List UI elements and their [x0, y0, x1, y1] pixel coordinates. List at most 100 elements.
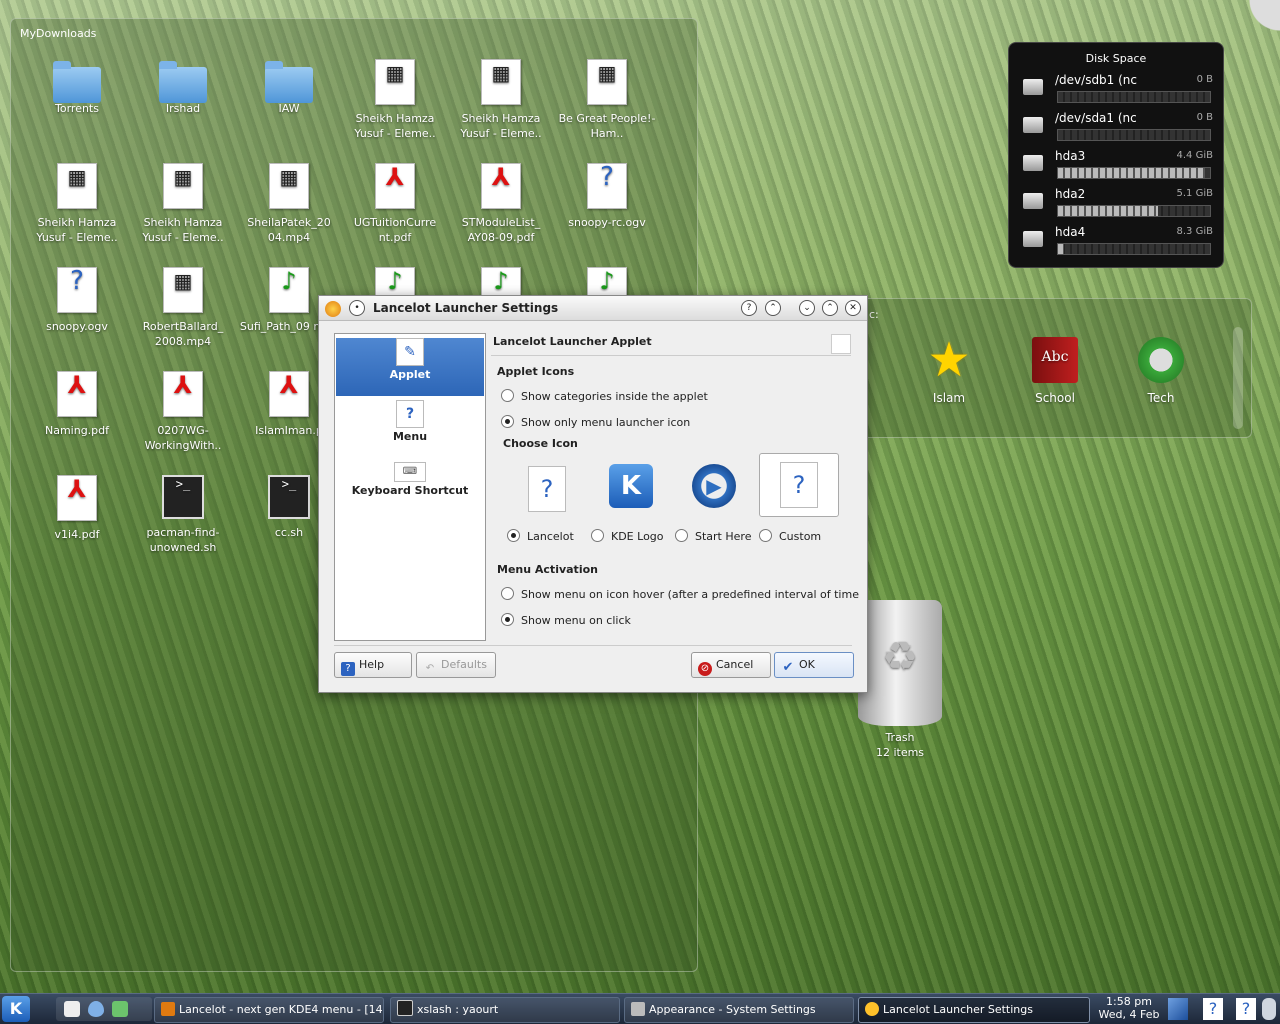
radio-button[interactable]	[501, 415, 514, 428]
desktop-file-item[interactable]: ⅄ UGTuitionCurre nt.pdf	[345, 163, 445, 245]
help-button[interactable]: ? Help	[334, 652, 412, 678]
help-icon[interactable]: ?	[741, 300, 757, 316]
task-label: Lancelot Launcher Settings	[883, 1003, 1033, 1016]
task-system-settings[interactable]: Appearance - System Settings	[624, 997, 854, 1023]
quicklaunch-item-tech[interactable]: Tech	[1121, 337, 1201, 405]
desktop-file-item[interactable]: ▦ SheilaPatek_20 04.mp4	[239, 163, 339, 245]
help-button-label: Help	[359, 658, 385, 671]
radio-icon-custom[interactable]: Custom	[759, 529, 821, 543]
radio-button[interactable]	[501, 389, 514, 402]
icon-choice-kde-logo[interactable]: K	[593, 458, 669, 520]
quicklaunch-scrollbar[interactable]	[1233, 327, 1243, 429]
radio-button[interactable]	[507, 529, 520, 542]
radio-icon-lancelot[interactable]: Lancelot	[507, 529, 574, 543]
radio-show-on-click[interactable]: Show menu on click	[501, 613, 631, 627]
desktop-file-item[interactable]: ⅄ 0207WG- WorkingWith..	[133, 371, 233, 453]
desktop-file-item[interactable]: >_ pacman-find- unowned.sh	[133, 475, 233, 555]
radio-show-only-launcher[interactable]: Show only menu launcher icon	[501, 415, 690, 429]
book-icon: Abc	[1032, 337, 1078, 383]
disk-usage-fill	[1058, 206, 1159, 216]
help-icon[interactable]: ?	[1236, 998, 1256, 1020]
desktop-file-item[interactable]: ⅄ v1i4.pdf	[27, 475, 127, 542]
icon-choice-start-here[interactable]: ▶	[676, 458, 752, 520]
task-label: Lancelot - next gen KDE4 menu - [14(	[179, 1003, 384, 1016]
task-label: xslash : yaourt	[417, 1003, 499, 1016]
disk-row[interactable]: hda2 5.1 GiB	[1017, 187, 1215, 223]
maximize-icon[interactable]: ⌃	[822, 300, 838, 316]
desktop-file-item[interactable]: ▦ RobertBallard_ 2008.mp4	[133, 267, 233, 349]
radio-button[interactable]	[759, 529, 772, 542]
hard-disk-icon	[1023, 231, 1043, 247]
question-document-icon: ?	[780, 462, 818, 508]
disk-space-title: Disk Space	[1085, 52, 1147, 65]
radio-button[interactable]	[591, 529, 604, 542]
task-terminal[interactable]: xslash : yaourt	[390, 997, 620, 1023]
desktop-file-item[interactable]: Irshad	[133, 59, 233, 116]
task-lancelot-settings[interactable]: Lancelot Launcher Settings	[858, 997, 1090, 1023]
radio-icon-kde-logo[interactable]: KDE Logo	[591, 529, 664, 543]
radio-icon-start-here[interactable]: Start Here	[675, 529, 751, 543]
unknown-file-icon: ?	[587, 163, 627, 209]
browser-icon	[161, 1002, 175, 1016]
close-icon[interactable]: ✕	[845, 300, 861, 316]
page-heading: Lancelot Launcher Applet	[493, 335, 652, 348]
kde-menu-button[interactable]: K	[2, 996, 30, 1022]
undo-icon: ↶	[425, 663, 435, 674]
desktop-file-item[interactable]: ? snoopy.ogv	[27, 267, 127, 334]
desktop-file-item[interactable]: ⅄ Naming.pdf	[27, 371, 127, 438]
desktop-file-item[interactable]: ⅄ STModuleList_ AY08-09.pdf	[451, 163, 551, 245]
file-label: Naming.pdf	[44, 424, 110, 437]
page-item-applet[interactable]: ✎ Applet	[336, 338, 484, 396]
quicklaunch-widget[interactable]: c: ★ Islam Abc School Tech	[860, 298, 1252, 438]
ok-button[interactable]: ✔ OK	[774, 652, 854, 678]
desktop-file-item[interactable]: Torrents	[27, 59, 127, 116]
display-icon[interactable]	[1168, 998, 1188, 1020]
desktop-file-item[interactable]: ▦ Sheikh Hamza Yusuf - Eleme..	[451, 59, 551, 141]
radio-button[interactable]	[675, 529, 688, 542]
ok-button-label: OK	[799, 658, 815, 671]
desktop-file-item[interactable]: ▦ Be Great People!- Ham..	[557, 59, 657, 141]
file-label: Sheikh Hamza Yusuf - Eleme..	[142, 216, 224, 244]
disk-row[interactable]: hda3 4.4 GiB	[1017, 149, 1215, 185]
network-icon[interactable]	[112, 1001, 128, 1017]
disk-row[interactable]: /dev/sdb1 (nc 0 B	[1017, 73, 1215, 109]
desktop-file-item[interactable]: ▦ Sheikh Hamza Yusuf - Eleme..	[133, 163, 233, 245]
disk-usage-bar	[1057, 129, 1211, 141]
panel-toolbox-icon[interactable]	[1262, 998, 1276, 1020]
desktop-file-item[interactable]: ? snoopy-rc.ogv	[557, 163, 657, 230]
disk-row[interactable]: /dev/sda1 (nc 0 B	[1017, 111, 1215, 147]
quicklaunch-item-islam[interactable]: ★ Islam	[909, 336, 989, 405]
disk-free: 4.4 GiB	[1176, 150, 1213, 161]
minimize-icon[interactable]: ⌄	[799, 300, 815, 316]
disk-row[interactable]: hda4 8.3 GiB	[1017, 225, 1215, 261]
app-icon[interactable]	[325, 301, 341, 317]
clock-date: Wed, 4 Feb	[1098, 1008, 1160, 1021]
desktop-file-item[interactable]: ▦ Sheikh Hamza Yusuf - Eleme..	[345, 59, 445, 141]
radio-show-categories[interactable]: Show categories inside the applet	[501, 389, 708, 403]
defaults-button[interactable]: ↶ Defaults	[416, 652, 496, 678]
radio-button[interactable]	[501, 587, 514, 600]
icon-choice-custom[interactable]: ?	[759, 453, 839, 517]
quicklaunch-item-school[interactable]: Abc School	[1015, 337, 1095, 405]
sticky-icon[interactable]: •	[349, 300, 365, 316]
task-lancelot-browser[interactable]: Lancelot - next gen KDE4 menu - [14(	[154, 997, 384, 1023]
file-manager-icon[interactable]	[64, 1001, 80, 1017]
page-item-menu[interactable]: ? Menu	[335, 400, 485, 458]
radio-button[interactable]	[501, 613, 514, 626]
page-item-keyboard-shortcut[interactable]: ⌨ Keyboard Shortcut	[335, 462, 485, 520]
desktop-file-item[interactable]: ▦ Sheikh Hamza Yusuf - Eleme..	[27, 163, 127, 245]
radio-label: Show categories inside the applet	[521, 390, 708, 403]
cancel-button[interactable]: ⊘ Cancel	[691, 652, 771, 678]
hard-disk-icon	[1023, 79, 1043, 95]
file-label: Sheikh Hamza Yusuf - Eleme..	[354, 112, 436, 140]
help-icon[interactable]: ?	[1203, 998, 1223, 1020]
keep-above-icon[interactable]: ⌃	[765, 300, 781, 316]
water-drop-icon[interactable]	[88, 1001, 104, 1017]
clock[interactable]: 1:58 pm Wed, 4 Feb	[1094, 995, 1164, 1021]
audio-file-icon: ♪	[269, 267, 309, 313]
icon-choice-lancelot[interactable]: ?	[509, 458, 585, 520]
desktop-toolbox-button[interactable]	[1234, 0, 1280, 40]
radio-show-on-hover[interactable]: Show menu on icon hover (after a predefi…	[501, 587, 859, 601]
dialog-titlebar[interactable]: • Lancelot Launcher Settings ? ⌃ ⌄ ⌃ ✕	[319, 296, 867, 321]
desktop-file-item[interactable]: IAW	[239, 59, 339, 116]
